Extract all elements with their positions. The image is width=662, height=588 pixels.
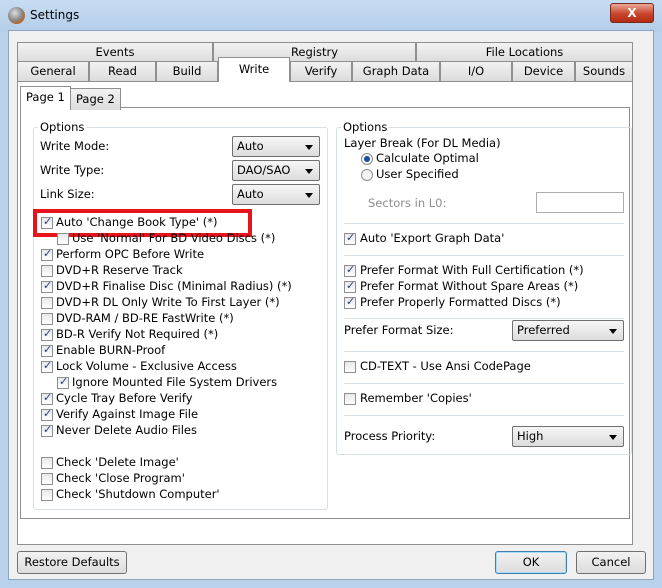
tab-graph-data[interactable]: Graph Data — [352, 61, 440, 81]
tab-sounds[interactable]: Sounds — [575, 61, 633, 81]
tab-general[interactable]: General — [17, 61, 89, 81]
checkbox[interactable] — [41, 343, 53, 357]
checkbox[interactable] — [57, 233, 69, 245]
tab-read[interactable]: Read — [89, 61, 156, 81]
checkbox-label: Remember 'Copies' — [360, 391, 472, 405]
priority-label: Process Priority: — [344, 429, 436, 443]
write-mode-select[interactable]: Auto — [232, 136, 320, 157]
sectors-input[interactable] — [536, 192, 624, 213]
checkbox-label: Perform OPC Before Write — [56, 247, 205, 261]
checkbox[interactable] — [344, 361, 356, 373]
checkbox-label: Check 'Shutdown Computer' — [56, 487, 220, 501]
checkbox[interactable] — [344, 393, 356, 405]
checkbox[interactable] — [41, 297, 53, 309]
divider — [344, 415, 624, 416]
tab-device[interactable]: Device — [512, 61, 575, 81]
checkbox-label: Prefer Format Without Spare Areas (*) — [360, 279, 579, 293]
layer-break-label: Layer Break (For DL Media) — [344, 136, 501, 150]
left-group-label: Options — [38, 120, 87, 134]
tab-file-locations[interactable]: File Locations — [416, 42, 633, 62]
write-mode-label: Write Mode: — [40, 139, 110, 153]
checkbox[interactable] — [41, 327, 53, 341]
divider — [344, 318, 624, 319]
radio-label: Calculate Optimal — [376, 151, 479, 165]
link-size-label: Link Size: — [40, 187, 95, 201]
checkbox-label: DVD+R DL Only Write To First Layer (*) — [56, 295, 280, 309]
checkbox[interactable] — [344, 231, 356, 245]
tab-write[interactable]: Write — [218, 57, 290, 82]
checkbox[interactable] — [41, 423, 53, 437]
close-button[interactable]: X — [610, 3, 654, 23]
checkbox-label: Check 'Delete Image' — [56, 455, 179, 469]
checkbox-label: DVD-RAM / BD-RE FastWrite (*) — [56, 311, 234, 325]
checkbox[interactable] — [344, 279, 356, 293]
divider — [344, 383, 624, 384]
divider — [344, 223, 624, 224]
checkbox[interactable] — [41, 247, 53, 261]
checkbox[interactable] — [41, 407, 53, 421]
checkbox-label: BD-R Verify Not Required (*) — [56, 327, 219, 341]
checkbox[interactable] — [41, 279, 53, 293]
checkbox[interactable] — [41, 391, 53, 405]
right-group-label: Options — [341, 120, 390, 134]
divider — [344, 351, 624, 352]
radio-button[interactable] — [361, 153, 373, 165]
checkbox[interactable] — [57, 375, 69, 389]
ok-button[interactable]: OK — [495, 551, 567, 574]
checkbox-label: DVD+R Reserve Track — [56, 263, 183, 277]
sectors-label: Sectors in L0: — [368, 196, 447, 210]
tab-page-2[interactable]: Page 2 — [70, 88, 121, 110]
checkbox-label: Prefer Format With Full Certification (*… — [360, 263, 584, 277]
format-size-select[interactable]: Preferred — [512, 320, 624, 341]
checkbox-label: Check 'Close Program' — [56, 471, 185, 485]
format-size-label: Prefer Format Size: — [344, 323, 454, 337]
checkbox-label: Prefer Properly Formatted Discs (*) — [360, 295, 561, 309]
app-icon — [8, 7, 25, 24]
checkbox[interactable] — [41, 313, 53, 325]
checkbox[interactable] — [41, 473, 53, 485]
checkbox[interactable] — [41, 215, 53, 229]
checkbox[interactable] — [41, 457, 53, 469]
window-title: Settings — [30, 8, 80, 22]
restore-defaults-button[interactable]: Restore Defaults — [17, 551, 127, 574]
link-size-select[interactable]: Auto — [232, 184, 320, 205]
checkbox-label: CD-TEXT - Use Ansi CodePage — [360, 359, 531, 373]
checkbox-label: Never Delete Audio Files — [56, 423, 197, 437]
checkbox-label: Cycle Tray Before Verify — [56, 391, 193, 405]
divider — [344, 255, 624, 256]
checkbox[interactable] — [344, 263, 356, 277]
tab-build[interactable]: Build — [156, 61, 218, 81]
radio-label: User Specified — [376, 167, 459, 181]
checkbox-label: Use 'Normal' For BD Video Discs (*) — [72, 231, 276, 245]
checkbox-label: DVD+R Finalise Disc (Minimal Radius) (*) — [56, 279, 292, 293]
checkbox-label: Verify Against Image File — [56, 407, 199, 421]
checkbox[interactable] — [41, 265, 53, 277]
tab-events[interactable]: Events — [17, 42, 213, 62]
tab-page-1[interactable]: Page 1 — [20, 86, 71, 109]
checkbox-label: Auto 'Export Graph Data' — [360, 231, 505, 245]
checkbox[interactable] — [344, 295, 356, 309]
radio-button[interactable] — [361, 169, 373, 181]
checkbox-label: Lock Volume - Exclusive Access — [56, 359, 237, 373]
tab-verify[interactable]: Verify — [290, 61, 352, 81]
checkbox[interactable] — [41, 489, 53, 501]
title-bar — [0, 0, 662, 32]
checkbox[interactable] — [41, 359, 53, 373]
cancel-button[interactable]: Cancel — [576, 551, 646, 574]
tab-i-o[interactable]: I/O — [440, 61, 512, 81]
priority-select[interactable]: High — [512, 426, 624, 447]
checkbox-label: Enable BURN-Proof — [56, 343, 166, 357]
write-type-select[interactable]: DAO/SAO — [232, 160, 320, 181]
checkbox-label: Auto 'Change Book Type' (*) — [56, 215, 218, 229]
write-type-label: Write Type: — [40, 163, 105, 177]
checkbox-label: Ignore Mounted File System Drivers — [72, 375, 278, 389]
